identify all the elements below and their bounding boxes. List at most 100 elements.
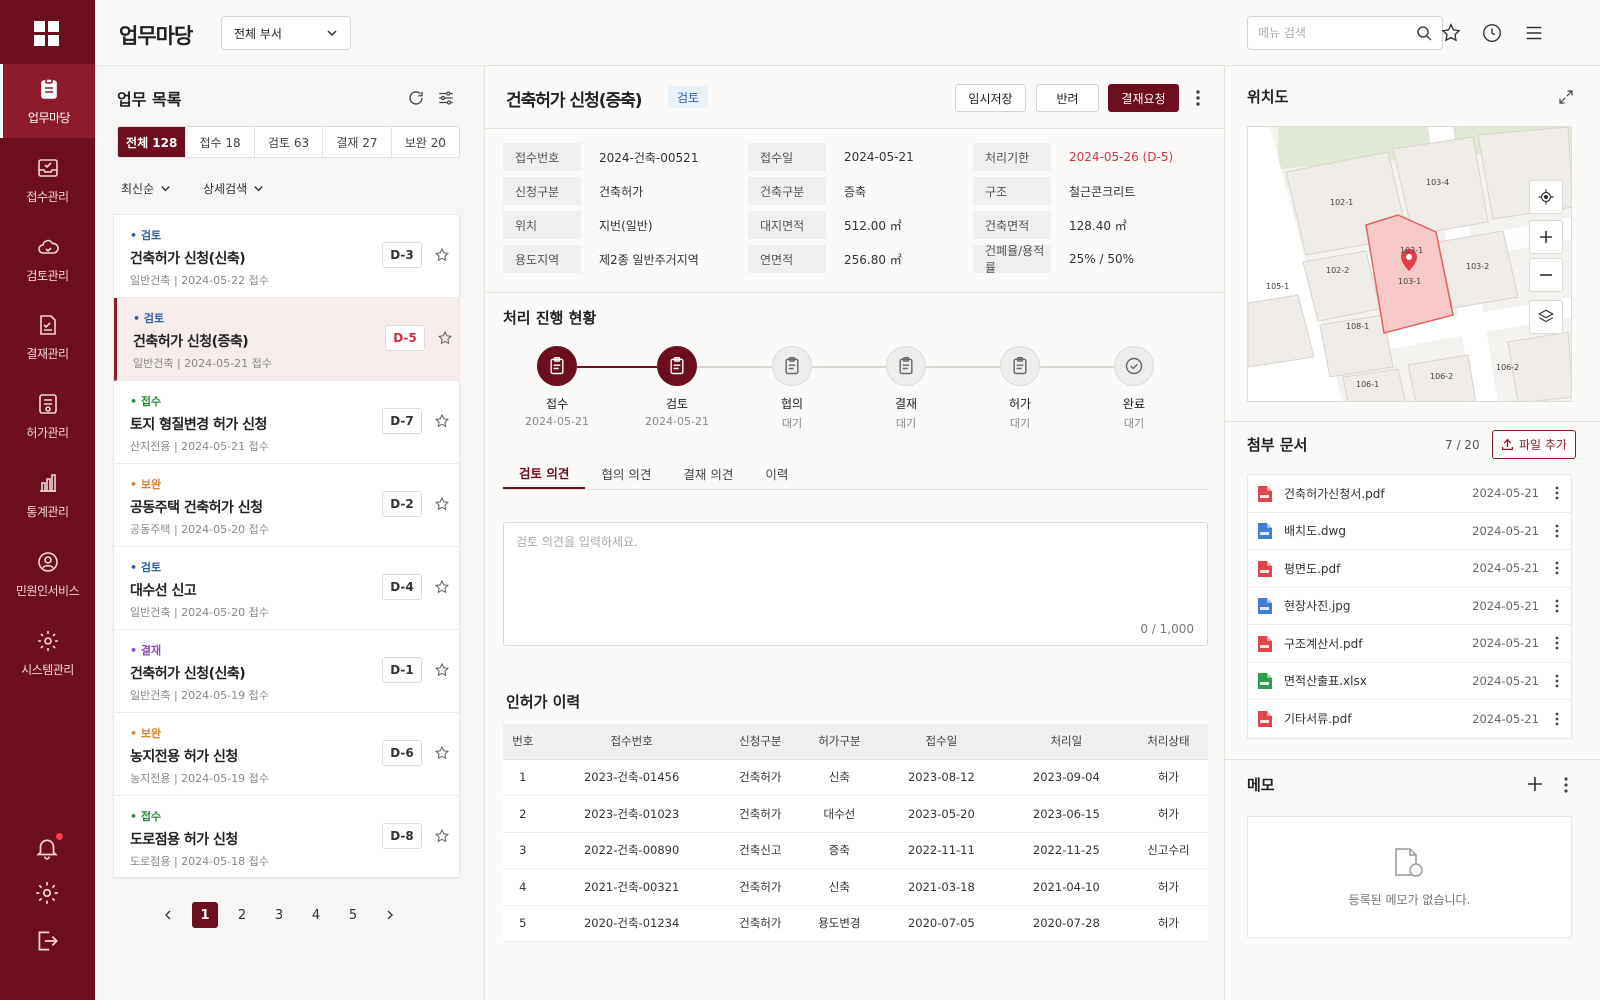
- task-title: 대수선 신고: [130, 583, 197, 599]
- history-row[interactable]: 4 2021-건축-00321 건축허가 신축 2021-03-18 2021-04-10…: [503, 868, 1208, 906]
- rail-item-8[interactable]: 시스템관리: [0, 616, 95, 690]
- attachment-row[interactable]: 면적산출표.xlsx 2024-05-21: [1248, 663, 1571, 700]
- task-meta: 공동주택 | 2024-05-20 접수: [130, 523, 269, 536]
- more-vertical-icon[interactable]: [1553, 673, 1561, 689]
- task-list-title: 업무 목록: [117, 90, 182, 109]
- filter-tab-3[interactable]: 검토 63: [253, 127, 322, 157]
- task-card[interactable]: • 결재 건축허가 신청(신축) 일반건축 | 2024-05-19 접수 D-1: [114, 630, 459, 713]
- add-memo-plus-icon[interactable]: [1525, 774, 1545, 794]
- filter-tab-2[interactable]: 접수 18: [185, 127, 253, 157]
- star-icon[interactable]: [434, 579, 450, 595]
- page-5[interactable]: 5: [340, 902, 366, 928]
- department-select[interactable]: 전체 부서: [221, 16, 351, 50]
- zoom-out-icon[interactable]: [1529, 258, 1563, 292]
- more-vertical-icon[interactable]: [1553, 523, 1561, 539]
- rail-item-5[interactable]: 허가관리: [0, 379, 95, 453]
- app-grid-logo-icon[interactable]: [32, 20, 62, 48]
- task-card[interactable]: • 보완 농지전용 허가 신청 농지전용 | 2024-05-19 접수 D-6: [114, 713, 459, 796]
- info-value: 256.80 ㎡: [844, 252, 902, 267]
- opinion-tab-4[interactable]: 이력: [749, 458, 804, 489]
- star-icon[interactable]: [434, 496, 450, 512]
- history-header: 허가구분: [799, 724, 879, 760]
- opinion-tab-1[interactable]: 검토 의견: [503, 458, 586, 489]
- layers-icon[interactable]: [1529, 300, 1563, 334]
- page-2[interactable]: 2: [229, 902, 255, 928]
- history-header: 처리상태: [1128, 724, 1208, 760]
- more-vertical-icon[interactable]: [1190, 88, 1206, 108]
- favorite-star-icon[interactable]: [1440, 22, 1462, 44]
- detail-search-select[interactable]: 상세검색: [203, 180, 264, 197]
- history-clock-icon[interactable]: [1481, 22, 1503, 44]
- more-vertical-icon[interactable]: [1553, 598, 1561, 614]
- attachment-row[interactable]: 평면도.pdf 2024-05-21: [1248, 550, 1571, 588]
- attachment-row[interactable]: 배치도.dwg 2024-05-21: [1248, 513, 1571, 550]
- page-3[interactable]: 3: [266, 902, 292, 928]
- more-vertical-icon[interactable]: [1553, 485, 1561, 501]
- reject-button[interactable]: 반려: [1036, 84, 1099, 112]
- opinion-tab-2[interactable]: 협의 의견: [585, 458, 667, 489]
- attachment-row[interactable]: 건축허가신청서.pdf 2024-05-21: [1248, 475, 1571, 513]
- task-status: • 검토: [130, 561, 162, 574]
- attachment-row[interactable]: 구조계산서.pdf 2024-05-21: [1248, 625, 1571, 663]
- page-1[interactable]: 1: [192, 902, 218, 928]
- page-4[interactable]: 4: [303, 902, 329, 928]
- review-opinion-textarea[interactable]: [503, 522, 1208, 646]
- task-card[interactable]: • 접수 토지 형질변경 허가 신청 산지전용 | 2024-05-21 접수 D-7: [114, 381, 459, 464]
- temp-save-button[interactable]: 임시저장: [955, 84, 1026, 112]
- filter-tab-4[interactable]: 결재 27: [322, 127, 390, 157]
- sort-select[interactable]: 최신순: [121, 180, 171, 197]
- star-icon[interactable]: [437, 330, 453, 346]
- task-meta: 일반건축 | 2024-05-19 접수: [130, 689, 269, 702]
- more-vertical-icon[interactable]: [1553, 635, 1561, 651]
- history-row[interactable]: 2 2023-건축-01023 건축허가 대수선 2023-05-20 2023-06-1…: [503, 795, 1208, 833]
- history-row[interactable]: 1 2023-건축-01456 건축허가 신축 2023-08-12 2023-09-04…: [503, 759, 1208, 796]
- star-icon[interactable]: [434, 247, 450, 263]
- attachment-row[interactable]: 기타서류.pdf 2024-05-21: [1248, 700, 1571, 738]
- filter-sliders-icon[interactable]: [437, 89, 455, 107]
- menu-search-input[interactable]: [1258, 26, 1416, 40]
- task-card[interactable]: • 검토 건축허가 신청(증축) 일반건축 | 2024-05-21 접수 D-5: [114, 298, 459, 381]
- info-key: 위치: [503, 211, 581, 239]
- locate-me-icon[interactable]: [1529, 180, 1563, 214]
- star-icon[interactable]: [434, 828, 450, 844]
- hamburger-menu-icon[interactable]: [1523, 22, 1545, 44]
- rail-item-4[interactable]: 결재관리: [0, 300, 95, 374]
- expand-icon[interactable]: [1557, 88, 1575, 106]
- task-card[interactable]: • 보완 공동주택 건축허가 신청 공동주택 | 2024-05-20 접수 D-2: [114, 464, 459, 547]
- filter-tab-1[interactable]: 전체 128: [118, 127, 186, 157]
- prev-page-icon[interactable]: [155, 902, 181, 928]
- next-page-icon[interactable]: [377, 902, 403, 928]
- settings-gear-icon[interactable]: [34, 880, 60, 906]
- jpg-file-icon: [1258, 597, 1272, 615]
- task-meta: 일반건축 | 2024-05-21 접수: [133, 357, 272, 370]
- star-icon[interactable]: [434, 662, 450, 678]
- rail-item-1[interactable]: 업무마당: [0, 64, 95, 138]
- star-icon[interactable]: [434, 745, 450, 761]
- task-card[interactable]: • 검토 대수선 신고 일반건축 | 2024-05-20 접수 D-4: [114, 547, 459, 630]
- rail-item-7[interactable]: 민원인서비스: [0, 537, 95, 611]
- rail-item-2[interactable]: 접수관리: [0, 143, 95, 217]
- star-icon[interactable]: [434, 413, 450, 429]
- more-vertical-icon[interactable]: [1553, 711, 1561, 727]
- rail-item-6[interactable]: 통계관리: [0, 458, 95, 532]
- info-key: 대지면적: [748, 211, 826, 239]
- history-row[interactable]: 3 2022-건축-00890 건축신고 증축 2022-11-11 2022-11-25…: [503, 832, 1208, 869]
- task-card[interactable]: • 접수 도로점용 허가 신청 도로점용 | 2024-05-18 접수 D-8: [114, 796, 459, 879]
- opinion-tab-3[interactable]: 결재 의견: [667, 458, 749, 489]
- location-map[interactable]: 103-1 103-4 102-1 102-2 103-2 105-1 103-1 108-1…: [1247, 126, 1572, 402]
- filter-tab-5[interactable]: 보완 20: [390, 127, 459, 157]
- more-vertical-icon[interactable]: [1553, 560, 1561, 576]
- dwg-file-icon: [1258, 522, 1272, 540]
- history-row[interactable]: 5 2020-건축-01234 건축허가 용도변경 2020-07-05 2020-07-…: [503, 905, 1208, 942]
- zoom-in-icon[interactable]: [1529, 220, 1563, 254]
- refresh-icon[interactable]: [407, 89, 425, 107]
- task-card[interactable]: • 검토 건축허가 신청(신축) 일반건축 | 2024-05-22 접수 D-3: [114, 215, 459, 298]
- approval-request-button[interactable]: 결재요청: [1108, 84, 1179, 112]
- add-file-button[interactable]: 파일 추가: [1492, 430, 1576, 459]
- notification-bell-icon[interactable]: [34, 833, 63, 861]
- logout-icon[interactable]: [34, 928, 60, 954]
- search-icon[interactable]: [1416, 25, 1432, 41]
- attachment-row[interactable]: 현장사진.jpg 2024-05-21: [1248, 588, 1571, 625]
- memo-more-vertical-icon[interactable]: [1560, 775, 1572, 795]
- rail-item-3[interactable]: 검토관리: [0, 222, 95, 296]
